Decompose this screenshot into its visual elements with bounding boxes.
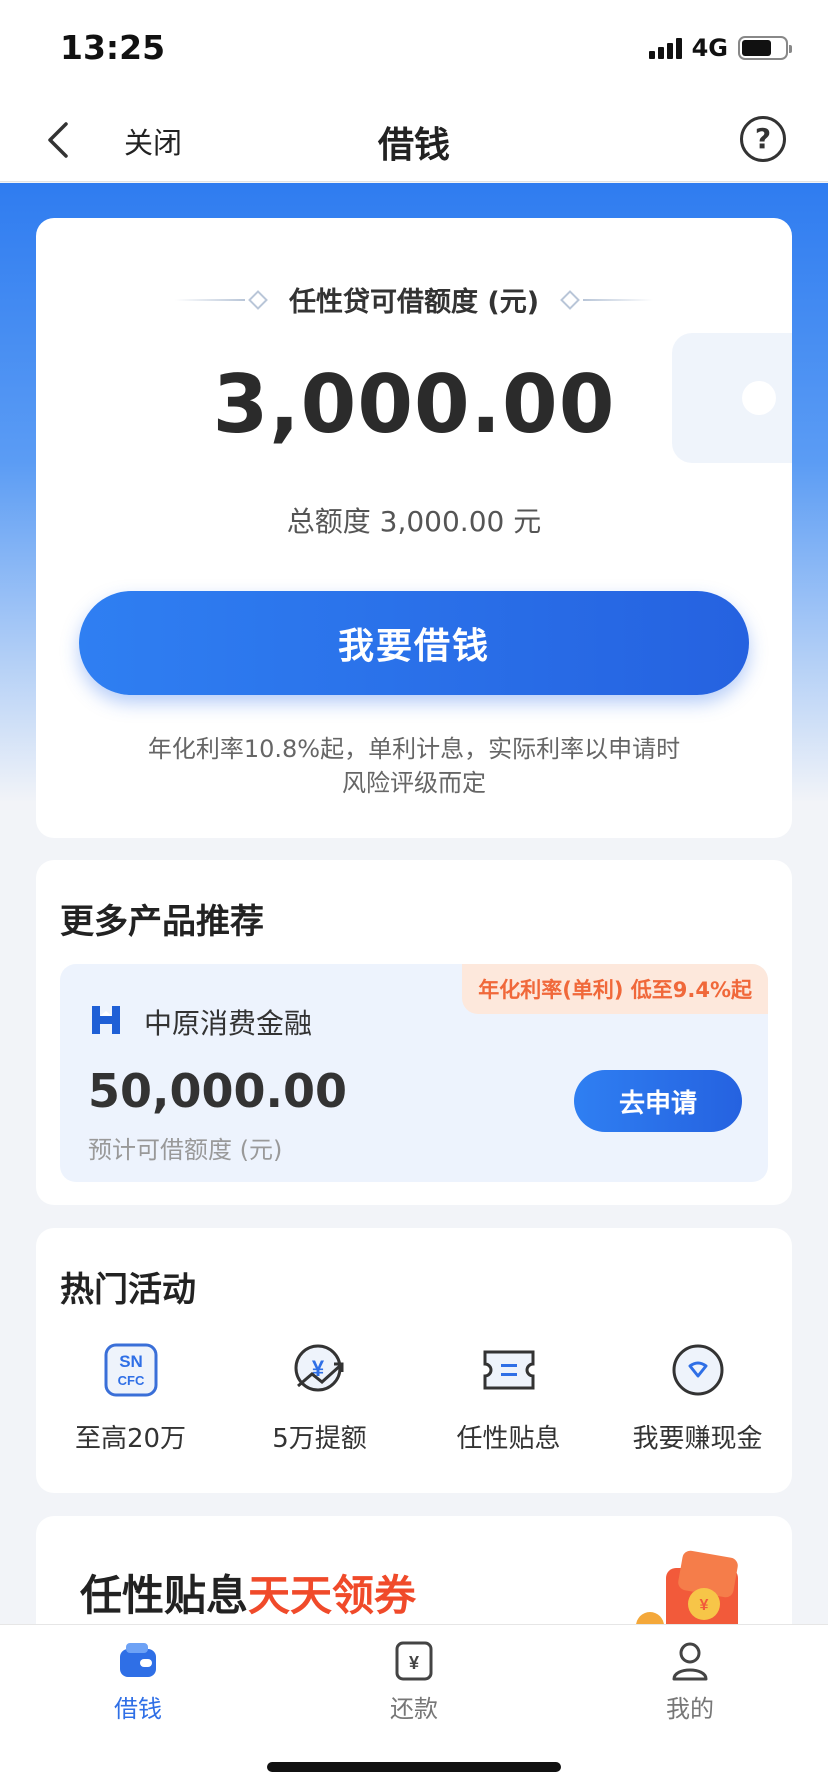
total-limit-text: 总额度 3,000.00 元 [286,505,542,538]
question-mark-icon: ? [754,122,772,155]
tab-borrow[interactable]: 借钱 [68,1639,208,1724]
banner-title: 任性贴息天天领券 [80,1562,416,1623]
close-button[interactable]: 关闭 [124,120,182,162]
activity-item[interactable]: 任性贴息 [414,1340,603,1455]
wallet-icon [120,1643,156,1677]
back-button[interactable] [42,120,78,160]
svg-text:SN: SN [119,1352,143,1371]
section-title: 更多产品推荐 [60,902,264,942]
activity-label: 5万提额 [272,1424,367,1454]
tab-mine[interactable]: 我的 [620,1639,760,1724]
banner-title-black: 任性贴息 [80,1571,249,1620]
sncfc-logo-icon: SN CFC [101,1340,161,1400]
interest-rate-note: 年化利率10.8%起，单利计息，实际利率以申请时风险评级而定 [147,735,681,797]
heart-badge-icon [668,1340,728,1400]
hot-activities-section: 热门活动 SN CFC 至高20万 ¥ 5万提额 任性贴息 我要赚现金 [36,1228,792,1493]
network-type: 4G [691,34,728,62]
activity-grid: SN CFC 至高20万 ¥ 5万提额 任性贴息 我要赚现金 [36,1340,792,1455]
credit-label: 任性贷可借额度 (元) [288,287,540,318]
activity-label: 至高20万 [74,1424,187,1454]
product-name: 中原消费金融 [144,1007,313,1040]
zhongyuan-logo-icon [92,1006,120,1034]
person-icon [672,1642,708,1681]
decoration-right-icon [557,289,654,310]
banner-title-red: 天天领券 [248,1571,417,1620]
svg-text:CFC: CFC [117,1373,144,1388]
battery-icon [738,36,792,60]
status-bar: 13:25 4G [0,0,828,96]
yen-bill-icon: ¥ [395,1641,433,1681]
tab-label: 还款 [390,1695,438,1723]
borrow-button[interactable]: 我要借钱 [79,591,749,695]
product-amount-label: 预计可借额度 (元) [88,1136,283,1164]
coupon-icon [479,1340,539,1400]
section-title: 热门活动 [60,1270,196,1310]
signal-icon [648,37,682,59]
tab-label: 借钱 [114,1695,162,1723]
apply-button[interactable]: 去申请 [574,1070,742,1132]
available-amount: 3,000.00 [212,358,616,451]
product-card[interactable]: 年化利率(单利) 低至9.4%起 中原消费金融 50,000.00 预计可借额度… [60,964,768,1182]
activity-item[interactable]: ¥ 5万提额 [225,1340,414,1455]
activity-label: 任性贴息 [456,1424,561,1454]
help-button[interactable]: ? [740,116,786,162]
yen-arrow-icon: ¥ [290,1340,350,1400]
decoration-left-icon [174,289,271,310]
tab-label: 我的 [666,1695,714,1723]
credit-limit-card: 任性贷可借额度 (元) 3,000.00 总额度 3,000.00 元 我要借钱… [36,218,792,838]
home-indicator[interactable] [267,1762,561,1772]
activity-item[interactable]: SN CFC 至高20万 [36,1340,225,1455]
activity-item[interactable]: 我要赚现金 [603,1340,792,1455]
rate-tag: 年化利率(单利) 低至9.4%起 [462,964,768,1014]
activity-label: 我要赚现金 [632,1424,763,1454]
svg-text:¥: ¥ [409,1653,419,1673]
product-amount: 50,000.00 [88,1064,347,1118]
more-products-section: 更多产品推荐 年化利率(单利) 低至9.4%起 中原消费金融 50,000.00… [36,860,792,1205]
chevron-left-icon [48,122,68,158]
svg-text:¥: ¥ [700,1597,709,1614]
credit-label-row: 任性贷可借额度 (元) [36,280,792,319]
status-indicators: 4G [648,34,792,62]
status-time: 13:25 [60,28,166,67]
navigation-bar: 关闭 借钱 ? [0,96,828,182]
tab-repay[interactable]: ¥ 还款 [344,1639,484,1724]
